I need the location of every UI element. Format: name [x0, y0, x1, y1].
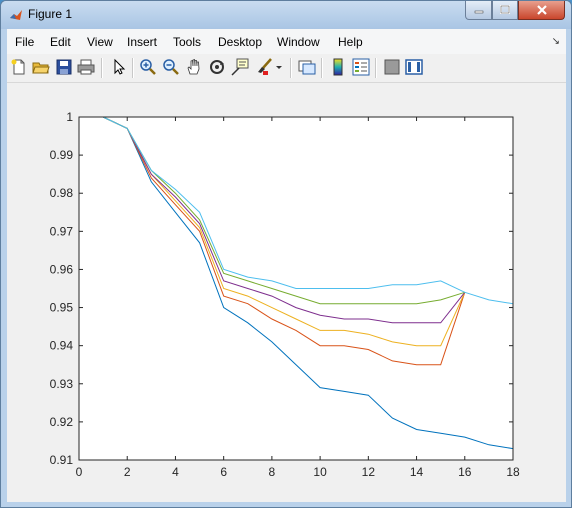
menu-file[interactable]: File	[15, 35, 34, 49]
menu-desktop[interactable]: Desktop	[218, 35, 262, 49]
x-tick-label: 0	[76, 465, 83, 479]
link-plot-icon[interactable]	[298, 58, 316, 76]
y-tick-label: 0.92	[50, 415, 74, 429]
print-icon[interactable]	[77, 58, 95, 76]
figure-toolbar	[7, 54, 566, 83]
colorbar-icon[interactable]	[329, 58, 347, 76]
x-tick-label: 4	[172, 465, 179, 479]
maximize-button[interactable]	[492, 1, 518, 20]
title-bar[interactable]: Figure 1	[1, 1, 571, 29]
hide-plot-tools-icon[interactable]	[383, 58, 401, 76]
toolbar-separator	[375, 58, 377, 78]
figure-window: Figure 1 File Edit View Insert Tools Des…	[0, 0, 572, 508]
figure-canvas[interactable]: 0 2 4 6 8 10 12 14 16 18 0.91 0.92 0.93 0.94 0.95 0.96 0…	[7, 83, 566, 502]
data-cursor-icon[interactable]	[231, 58, 249, 76]
menu-help[interactable]: Help	[338, 35, 363, 49]
x-tick-label: 18	[506, 465, 520, 479]
x-tick-label: 16	[458, 465, 472, 479]
minimize-icon	[474, 10, 483, 14]
x-tick-label: 10	[313, 465, 327, 479]
maximize-icon	[500, 5, 510, 14]
matlab-app-icon	[10, 10, 22, 20]
close-icon	[536, 5, 547, 15]
y-tick-label: 0.95	[50, 301, 74, 315]
new-figure-icon[interactable]	[10, 58, 28, 76]
toolbar-separator	[290, 58, 292, 78]
y-tick-label: 0.98	[50, 186, 74, 200]
menu-tools[interactable]: Tools	[173, 35, 201, 49]
x-tick-label: 14	[410, 465, 424, 479]
y-tick-label: 0.97	[50, 224, 74, 238]
minimize-button[interactable]	[465, 1, 492, 20]
zoom-out-icon[interactable]	[162, 58, 180, 76]
show-plot-tools-icon[interactable]	[405, 58, 423, 76]
menu-edit[interactable]: Edit	[50, 35, 71, 49]
y-tick-label: 0.93	[50, 377, 74, 391]
y-tick-label: 0.91	[50, 453, 74, 467]
close-button[interactable]	[518, 1, 565, 20]
toolbar-separator	[132, 58, 134, 78]
figure-client-area: File Edit View Insert Tools Desktop Wind…	[7, 29, 566, 502]
brush-icon[interactable]	[255, 58, 273, 76]
y-tick-label: 1	[66, 110, 73, 124]
line-chart[interactable]: 0 2 4 6 8 10 12 14 16 18 0.91 0.92 0.93 0.94 0.95 0.96 0…	[7, 83, 566, 502]
edit-plot-arrow-icon[interactable]	[110, 58, 128, 76]
save-icon[interactable]	[55, 58, 73, 76]
menu-insert[interactable]: Insert	[127, 35, 157, 49]
menu-window[interactable]: Window	[277, 35, 320, 49]
zoom-in-icon[interactable]	[139, 58, 157, 76]
menu-bar: File Edit View Insert Tools Desktop Wind…	[7, 29, 566, 54]
x-tick-label: 8	[269, 465, 276, 479]
rotate-3d-icon[interactable]	[208, 58, 226, 76]
window-title: Figure 1	[28, 7, 73, 21]
brush-dropdown-icon[interactable]	[275, 58, 283, 76]
y-tick-label: 0.94	[50, 339, 74, 353]
toolbar-separator	[321, 58, 323, 78]
menu-dock-arrow-icon[interactable]: ↘	[552, 36, 560, 47]
x-tick-label: 6	[220, 465, 227, 479]
toolbar-separator	[101, 58, 103, 78]
legend-icon[interactable]	[352, 58, 370, 76]
y-tick-label: 0.99	[50, 148, 74, 162]
x-tick-label: 2	[124, 465, 131, 479]
open-file-icon[interactable]	[32, 58, 50, 76]
y-tick-label: 0.96	[50, 262, 74, 276]
pan-hand-icon[interactable]	[185, 58, 203, 76]
menu-view[interactable]: View	[87, 35, 113, 49]
x-tick-label: 12	[362, 465, 376, 479]
